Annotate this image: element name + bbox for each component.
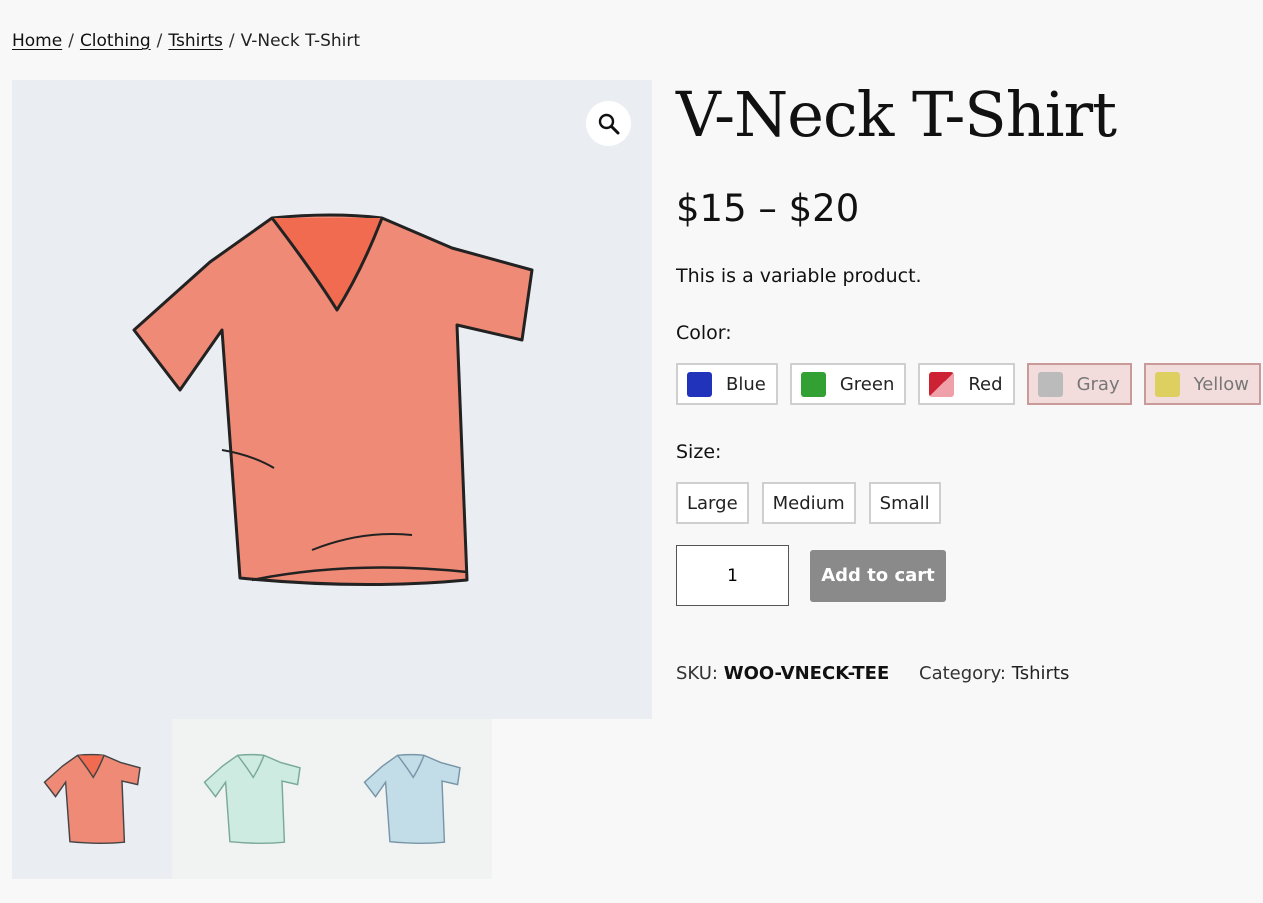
product-short-description: This is a variable product.	[676, 265, 922, 287]
size-swatch-large[interactable]: Large	[676, 482, 749, 524]
magnifier-icon	[598, 113, 619, 134]
product-price: $15 – $20	[676, 187, 860, 230]
color-swatch-label: Blue	[726, 373, 766, 395]
breadcrumb: Home / Clothing / Tshirts / V-Neck T-Shirt	[12, 31, 360, 51]
color-swatch-green[interactable]: Green	[789, 363, 907, 405]
thumbnail-red[interactable]	[12, 719, 172, 879]
tshirt-thumbnail-red	[43, 753, 141, 844]
color-swatches: Blue Green Red Gray Yellow	[676, 363, 1263, 405]
add-to-cart-button[interactable]: Add to cart	[810, 549, 946, 602]
color-swatch-gray[interactable]: Gray	[1026, 363, 1132, 405]
color-chip-blue	[687, 371, 712, 397]
add-to-cart-form: Add to cart	[676, 545, 946, 606]
sku-value: WOO-VNECK-TEE	[723, 663, 890, 684]
thumbnail-green[interactable]	[172, 719, 332, 879]
color-swatch-red[interactable]: Red	[918, 363, 1015, 405]
thumb-shape-2	[363, 753, 461, 844]
sku-label: SKU:	[676, 663, 718, 684]
color-chip-yellow	[1154, 371, 1180, 397]
color-swatch-label: Yellow	[1193, 373, 1250, 395]
zoom-button[interactable]	[586, 101, 631, 146]
color-chip-gray	[1037, 371, 1063, 397]
breadcrumb-current: V-Neck T-Shirt	[240, 31, 361, 51]
breadcrumb-home-link[interactable]: Home	[12, 31, 62, 51]
color-swatch-label: Gray	[1076, 373, 1120, 395]
breadcrumb-separator: /	[156, 31, 163, 51]
breadcrumb-separator: /	[228, 31, 235, 51]
category-link[interactable]: Tshirts	[1012, 663, 1070, 684]
breadcrumb-clothing-link[interactable]: Clothing	[80, 31, 151, 51]
color-swatch-label: Green	[839, 373, 895, 395]
product-meta: SKU: WOO-VNECK-TEE Category: Tshirts	[676, 663, 1069, 684]
product-title: V-Neck T-Shirt	[676, 78, 1117, 151]
color-swatch-blue[interactable]: Blue	[676, 363, 778, 405]
thumbnail-blue[interactable]	[332, 719, 492, 879]
thumb-shape-1	[203, 753, 301, 844]
color-chip-green	[800, 371, 826, 397]
size-swatches: Large Medium Small	[676, 482, 954, 524]
category-label: Category:	[919, 663, 1006, 684]
color-label: Color:	[676, 322, 732, 344]
color-chip-red	[929, 371, 955, 397]
thumbnail-gallery	[12, 719, 492, 879]
product-main-image[interactable]	[12, 80, 652, 719]
breadcrumb-separator: /	[68, 31, 74, 51]
tshirt-thumbnail-green	[203, 753, 301, 844]
size-swatch-small[interactable]: Small	[868, 482, 941, 524]
tshirt-illustration	[132, 213, 534, 587]
product-summary: V-Neck T-Shirt $15 – $20 This is a varia…	[676, 78, 1262, 684]
size-swatch-medium[interactable]: Medium	[761, 482, 856, 524]
quantity-input[interactable]	[676, 545, 789, 606]
size-label: Size:	[676, 441, 722, 463]
color-swatch-label: Red	[968, 373, 1003, 395]
color-swatch-yellow[interactable]: Yellow	[1143, 363, 1262, 405]
tshirt-thumbnail-blue	[363, 753, 461, 844]
breadcrumb-tshirts-link[interactable]: Tshirts	[168, 31, 222, 51]
